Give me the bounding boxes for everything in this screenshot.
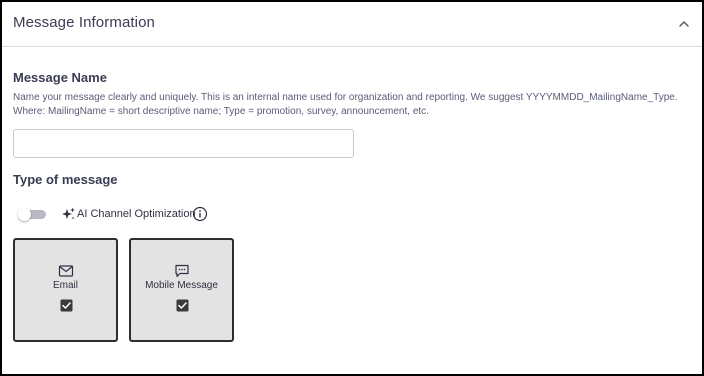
ai-channel-optimization: AI Channel Optimization: [60, 205, 196, 223]
checkbox-checked-icon[interactable]: [176, 299, 189, 312]
checkbox-checked-icon[interactable]: [60, 299, 73, 312]
panel-header[interactable]: Message Information: [2, 2, 702, 47]
ai-channel-optimization-toggle[interactable]: [18, 208, 46, 221]
message-name-help-text: Name your message clearly and uniquely. …: [13, 92, 678, 117]
message-name-input[interactable]: [13, 129, 354, 158]
panel-title: Message Information: [13, 14, 155, 31]
chevron-up-icon[interactable]: [674, 14, 694, 34]
chat-bubble-icon: [174, 264, 190, 278]
channel-card-label: Mobile Message: [145, 280, 218, 291]
channel-card-email[interactable]: Email: [13, 238, 118, 342]
message-information-panel: Message Information Message Name Name yo…: [0, 0, 704, 376]
toggle-knob: [18, 208, 31, 221]
channel-card-label: Email: [52, 280, 78, 291]
channel-card-mobile-message[interactable]: Mobile Message: [129, 238, 234, 342]
type-of-message-label: Type of message: [13, 172, 118, 187]
info-icon[interactable]: [192, 206, 208, 222]
message-name-label: Message Name: [13, 70, 107, 85]
ai-channel-optimization-label: AI Channel Optimization: [77, 208, 196, 220]
envelope-icon: [58, 264, 74, 278]
sparkle-icon: [60, 206, 76, 222]
